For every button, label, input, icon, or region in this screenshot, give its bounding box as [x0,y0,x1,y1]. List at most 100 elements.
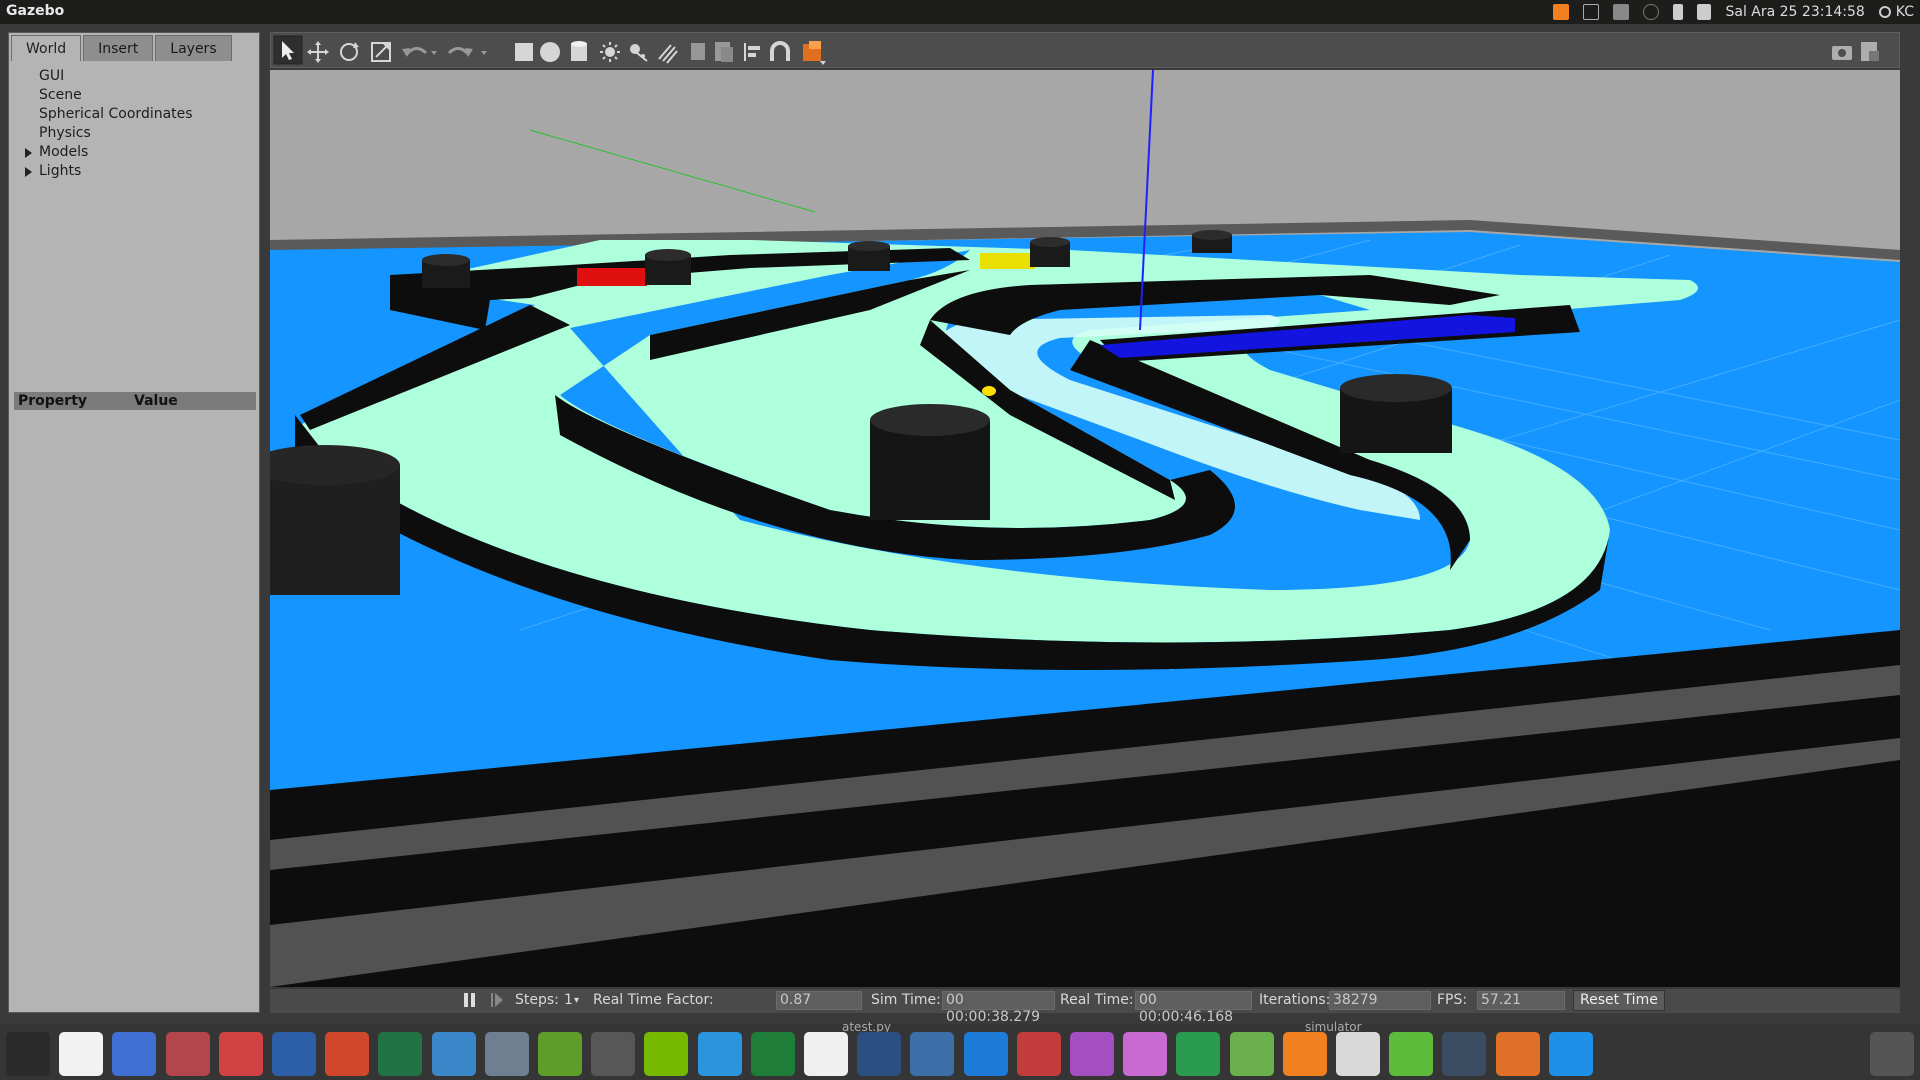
download-icon[interactable] [697,1032,742,1076]
tab-layers[interactable]: Layers [155,35,232,61]
excel-icon[interactable] [378,1032,423,1076]
real-time-field: 00 00:00:46.168 [1135,991,1252,1025]
power-icon[interactable] [59,1032,104,1076]
property-column-header: Property [18,393,88,409]
point-light-icon[interactable] [600,42,620,62]
software-center-icon[interactable] [431,1032,476,1076]
ubuntu-dash-icon[interactable] [6,1032,50,1076]
real-time-label: Real Time: [1060,992,1134,1008]
align-icon[interactable] [744,43,760,61]
tab-insert[interactable]: Insert [83,35,154,61]
battery-icon[interactable] [1673,4,1684,20]
expand-arrow-icon[interactable] [25,167,32,177]
pause-button[interactable] [463,992,477,1012]
undo-icon[interactable] [402,47,437,57]
scene-render[interactable] [270,70,1900,987]
toggle-panel-icon[interactable] [1016,1032,1061,1076]
pause-icon [464,993,475,1007]
robot-ball [982,386,996,396]
word-icon[interactable] [272,1032,316,1076]
spot-light-icon[interactable] [630,44,648,62]
clock[interactable]: Sal Ara 25 23:14:58 [1725,4,1864,20]
volume-icon[interactable] [1697,4,1712,20]
tree-label: Physics [39,125,91,141]
world-tree: GUI Scene Spherical Coordinates Physics … [9,67,259,181]
terminal-green-icon[interactable] [538,1032,582,1076]
taskbar: atest.py simulator [0,1020,1920,1080]
rotate-icon[interactable] [340,42,359,61]
paint-icon[interactable] [804,1032,848,1076]
window-manager-icon[interactable] [963,1032,1008,1076]
vlc-tray-icon[interactable] [1553,4,1570,20]
tree-item-gui[interactable]: GUI [9,67,259,86]
reset-time-button[interactable]: Reset Time [1573,990,1665,1011]
android-studio-icon[interactable] [1229,1032,1274,1076]
screenshot-icon[interactable] [1832,46,1852,60]
fps-label: FPS: [1437,992,1468,1008]
expand-arrow-icon[interactable] [25,148,32,158]
trash-icon[interactable] [1870,1032,1914,1076]
red-marker [577,268,647,286]
terminal-icon[interactable] [1442,1032,1487,1076]
scale-icon[interactable] [371,42,391,62]
nvidia-icon[interactable] [644,1032,689,1076]
tree-item-models[interactable]: Models [9,143,259,162]
screen-share-icon[interactable] [1583,4,1600,20]
chromium-icon[interactable] [112,1032,157,1076]
cylinder-icon[interactable] [571,41,587,61]
video-icon[interactable] [857,1032,902,1076]
window-title: Gazebo [6,3,65,19]
paste-icon[interactable] [715,42,733,62]
camera-icon[interactable] [591,1032,636,1076]
iterations-label: Iterations: [1259,992,1331,1008]
system-top-bar: Gazebo Sal Ara 25 23:14:58 KC [0,0,1920,24]
redo-icon[interactable] [447,47,487,57]
tab-world[interactable]: World [11,35,82,61]
powerpoint-icon[interactable] [325,1032,370,1076]
settings-toggle-icon[interactable] [910,1032,955,1076]
sphere-icon[interactable] [540,42,560,62]
copy-icon[interactable] [691,43,705,60]
webcam-icon[interactable] [1070,1032,1114,1076]
session-menu[interactable]: KC [1878,4,1914,20]
left-panel: World Insert Layers GUI Scene Spherical … [8,32,260,1013]
yellow-marker [980,253,1035,269]
iterations-field: 38279 [1329,991,1431,1010]
power-icon [1878,6,1891,18]
toolbar-icons [273,35,1879,65]
media-player-icon[interactable] [1123,1032,1168,1076]
username: KC [1895,4,1914,20]
gazebo-icon[interactable] [1495,1032,1540,1076]
steps-label: Steps: [515,992,559,1008]
calculator-icon[interactable] [1176,1032,1221,1076]
steps-value[interactable]: 1 [564,992,573,1008]
bluetooth-icon[interactable] [1643,4,1660,20]
directional-light-icon[interactable] [658,44,678,64]
tree-item-physics[interactable]: Physics [9,124,259,143]
view-angle-icon[interactable] [803,41,826,65]
calendar-icon[interactable] [1336,1032,1380,1076]
snap-icon[interactable] [770,41,790,61]
property-table-header: Property Value [14,392,256,410]
step-button[interactable] [490,992,504,1012]
gazebo-window: World Insert Layers GUI Scene Spherical … [0,24,1920,1025]
vlc-icon[interactable] [1282,1032,1327,1076]
box-icon[interactable] [515,43,533,61]
system-monitor-icon[interactable] [750,1032,795,1076]
keyboard-layout-icon[interactable] [1613,4,1630,20]
tree-item-lights[interactable]: Lights [9,162,259,181]
translate-icon[interactable] [307,41,329,63]
3d-viewport[interactable] [270,70,1900,987]
disk-icon[interactable] [484,1032,529,1076]
tree-item-scene[interactable]: Scene [9,86,259,105]
pdf-editor-icon[interactable] [218,1032,263,1076]
steps-dropdown-icon[interactable]: ▾ [574,995,579,1006]
folder-blue-icon[interactable] [1548,1032,1593,1076]
select-icon[interactable] [273,35,303,65]
tree-item-spherical-coordinates[interactable]: Spherical Coordinates [9,105,259,124]
panel-tabs: World Insert Layers [11,35,232,61]
log-icon[interactable] [1861,42,1879,61]
phone-icon[interactable] [1389,1032,1434,1076]
tree-label: GUI [39,68,65,84]
files-icon[interactable] [165,1032,210,1076]
